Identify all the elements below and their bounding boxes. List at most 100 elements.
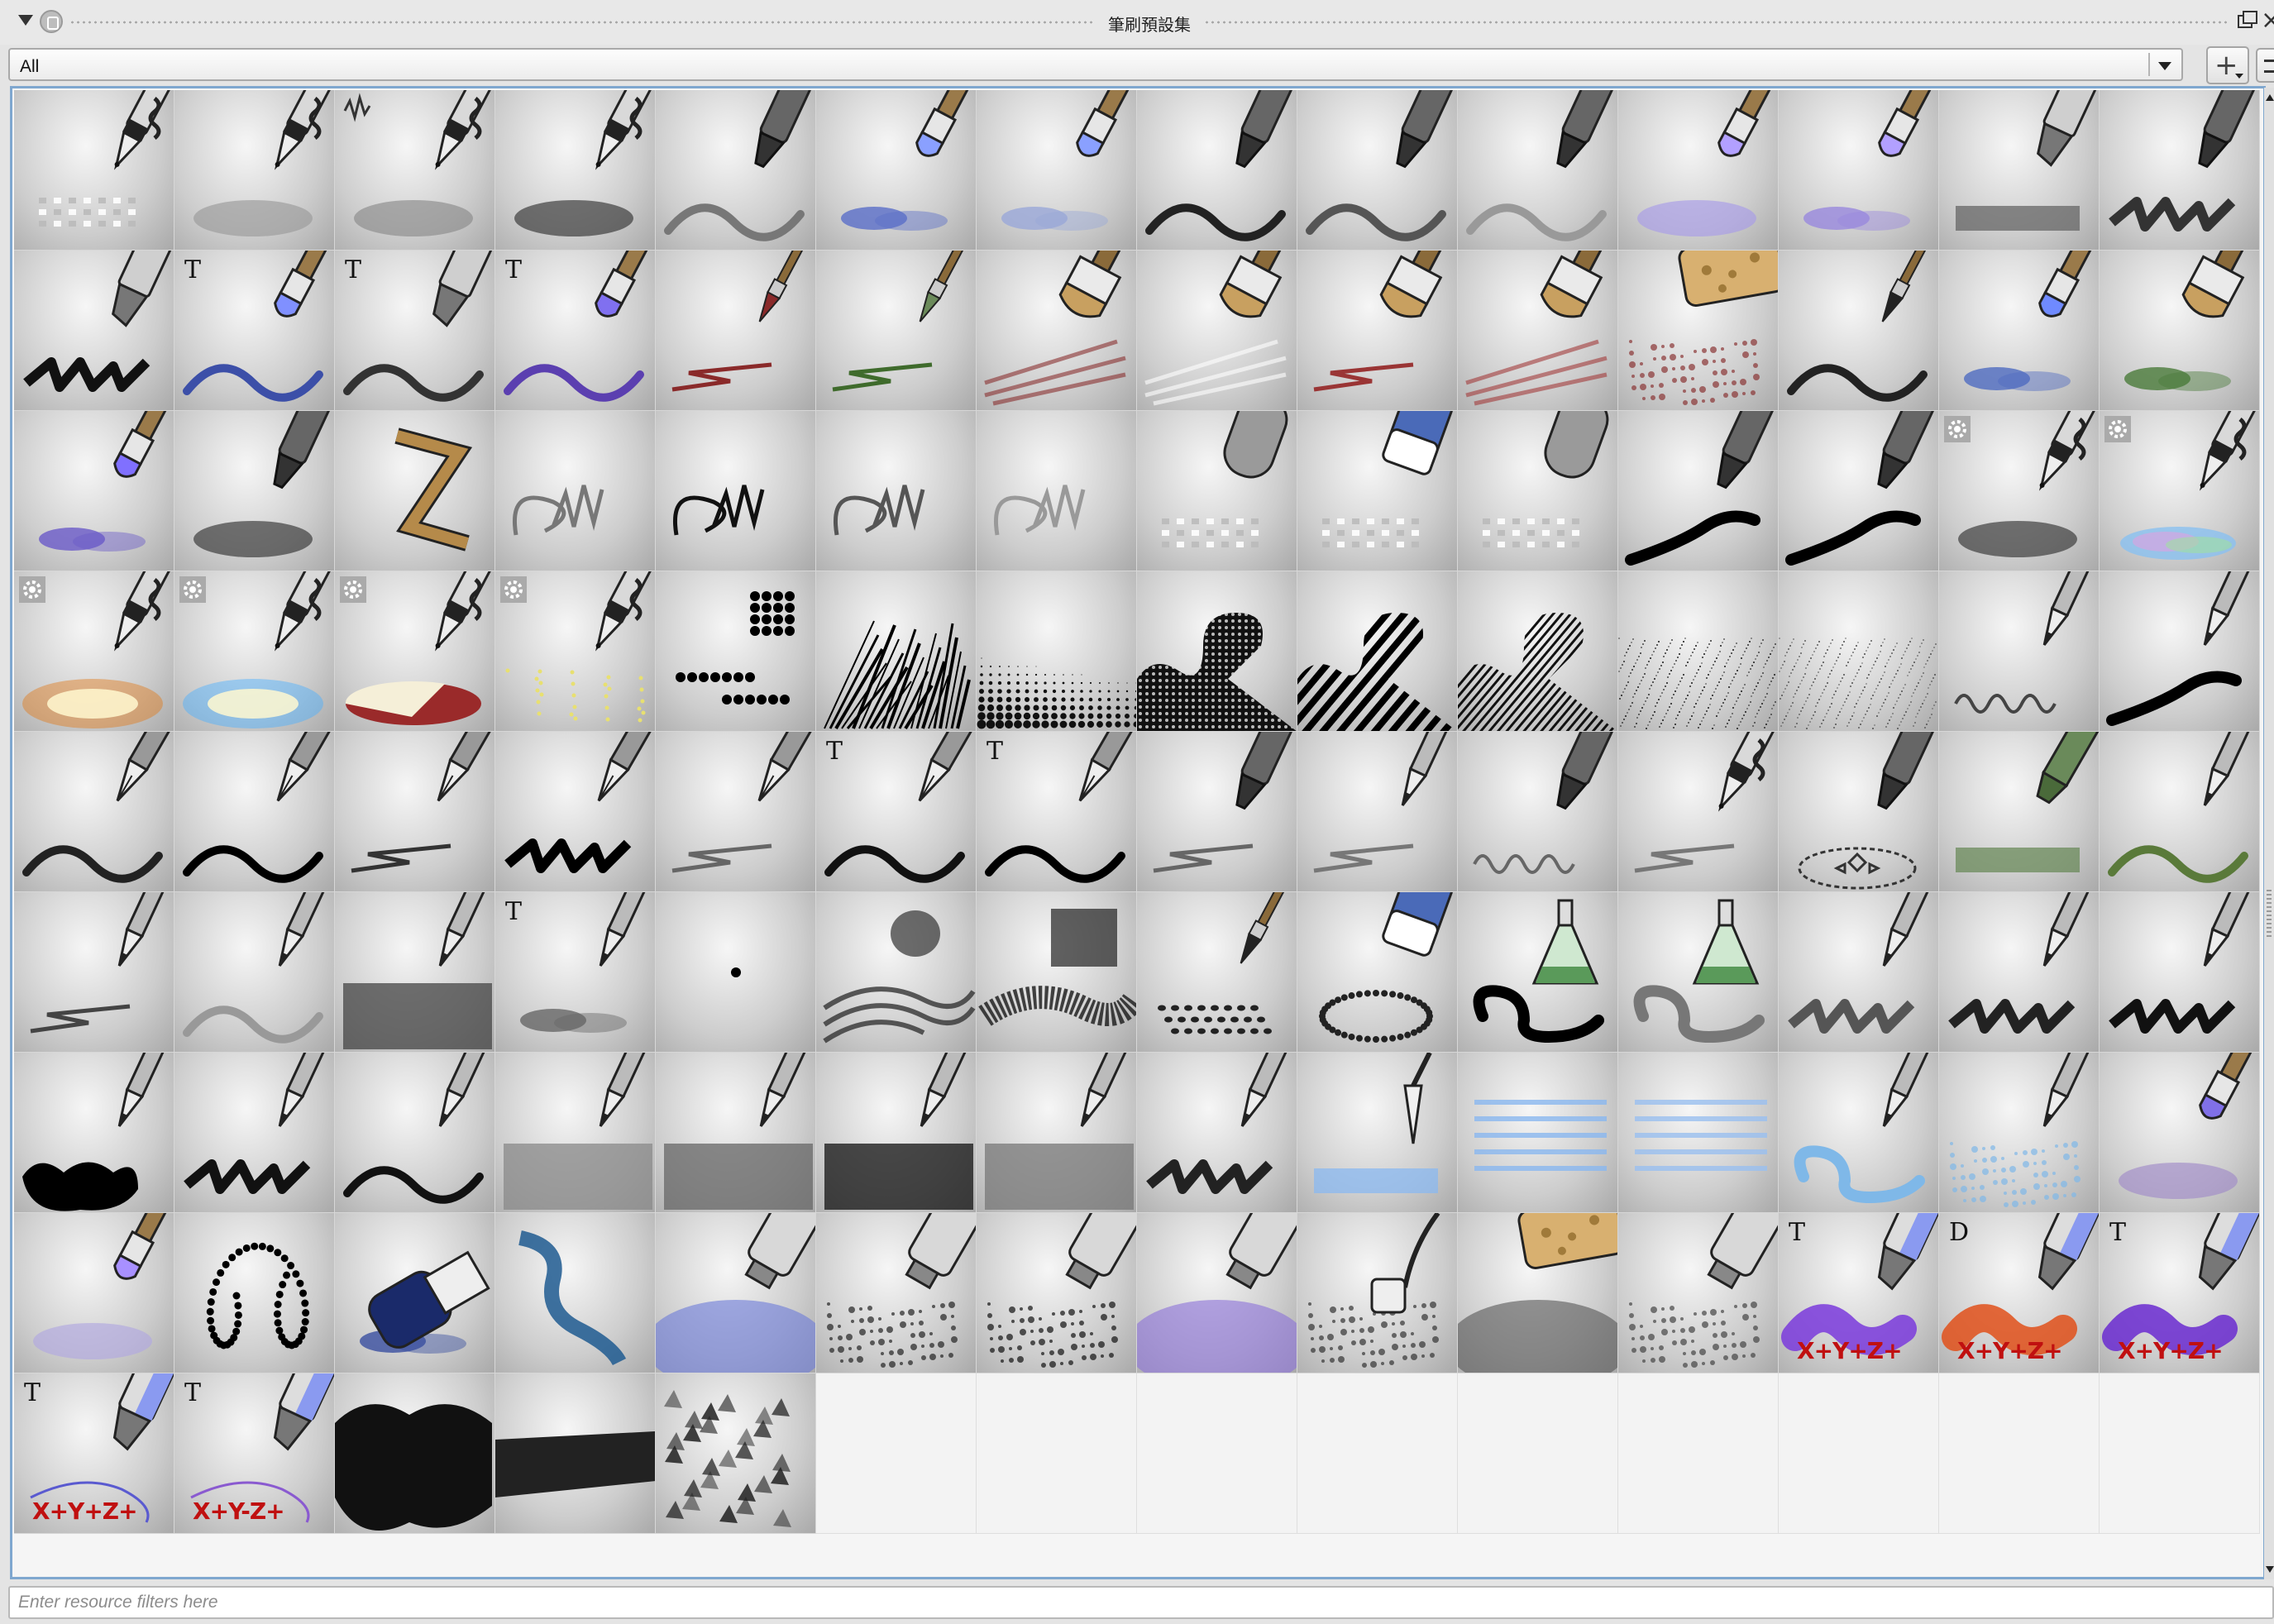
- preset-halftone-dots-icon[interactable]: [977, 571, 1137, 732]
- preset-brush-green-dry-icon[interactable]: [2100, 251, 2260, 411]
- preset-marker-black-curl-icon[interactable]: [1779, 411, 1939, 571]
- preset-marker-gray-blend-icon[interactable]: [1297, 90, 1458, 251]
- preset-pencil-blue-swirl-icon[interactable]: [1779, 1053, 1939, 1213]
- preset-ruler-zigzag-icon[interactable]: [335, 411, 495, 571]
- collapse-arrow-icon[interactable]: [18, 15, 33, 26]
- preset-nib-scribble-icon[interactable]: [495, 732, 656, 892]
- preset-texture-blot-icon[interactable]: [335, 1373, 495, 1534]
- preset-marker-light-blend-icon[interactable]: [1458, 90, 1618, 251]
- preset-ink-bottle-blue-icon[interactable]: [335, 1213, 495, 1373]
- preset-brush-lavender-icon[interactable]: [1618, 90, 1779, 251]
- preset-marker-gray-squiggle-icon[interactable]: [1458, 732, 1618, 892]
- preset-hatch-soft-icon[interactable]: [816, 892, 977, 1053]
- preset-paintbrush-green-icon[interactable]: [816, 251, 977, 411]
- preset-nib-thin-line-icon[interactable]: [14, 732, 174, 892]
- preset-nib-taper-icon[interactable]: T: [816, 732, 977, 892]
- preset-brush-purple-taper-icon[interactable]: T: [495, 251, 656, 411]
- preset-pencil-swoosh-icon[interactable]: [2100, 571, 2260, 732]
- title-grip-right[interactable]: [1204, 20, 2229, 25]
- preset-ink-smoke-blue-icon[interactable]: [495, 1213, 656, 1373]
- preset-brush-blue-dry-icon[interactable]: [1939, 251, 2100, 411]
- preset-spray-light-speckle-icon[interactable]: [1618, 1213, 1779, 1373]
- preset-eraser-block-checker-icon[interactable]: [1297, 411, 1458, 571]
- preset-pen-airbrush-soft-icon[interactable]: [174, 90, 335, 251]
- preset-bristle-red-small-icon[interactable]: [1297, 251, 1458, 411]
- preset-bristle-white-icon[interactable]: [1137, 251, 1297, 411]
- preset-lines-blue-short-icon[interactable]: [1618, 1053, 1779, 1213]
- title-grip-left[interactable]: [69, 20, 1095, 25]
- preset-brush-lavender-soft-icon[interactable]: [14, 1213, 174, 1373]
- preset-paintbrush-red-thin-icon[interactable]: [656, 251, 816, 411]
- preset-pencil-smudge-icon[interactable]: [1779, 892, 1939, 1053]
- preset-marker-black-thick-icon[interactable]: [1618, 411, 1779, 571]
- preset-pattern-dots-s-icon[interactable]: [1137, 571, 1297, 732]
- preset-nib-gray-line-icon[interactable]: [335, 732, 495, 892]
- preset-pencil-ink-thin-icon[interactable]: [335, 1053, 495, 1213]
- preset-charcoal-stick-icon[interactable]: [174, 411, 335, 571]
- preset-fountain-dots-icon[interactable]: [1137, 892, 1297, 1053]
- preset-pencil-graphite-dark-icon[interactable]: [816, 1053, 977, 1213]
- preset-marker-xyz-rainbow-icon[interactable]: D X+Y+Z+: [1939, 1213, 2100, 1373]
- preset-texture-noise-light-icon[interactable]: [1779, 571, 1939, 732]
- preset-sponge-gray-cloud-icon[interactable]: [1458, 1213, 1618, 1373]
- preset-brush-purple-soft-icon[interactable]: [2100, 1053, 2260, 1213]
- preset-pencil-graphite-blur-icon[interactable]: [977, 1053, 1137, 1213]
- preset-marker-gray-zig-icon[interactable]: [1137, 732, 1297, 892]
- scroll-down-arrow-icon[interactable]: [2266, 1566, 2274, 1573]
- tag-select[interactable]: All: [8, 48, 2183, 81]
- preset-crayon-green-icon[interactable]: [1939, 732, 2100, 892]
- preset-flask-gray-icon[interactable]: [1618, 892, 1779, 1053]
- preset-pencil-scratch-dark-icon[interactable]: [2100, 892, 2260, 1053]
- preset-nib-bold-taper-icon[interactable]: T: [977, 732, 1137, 892]
- preset-eraser-halftone-icon[interactable]: [1297, 892, 1458, 1053]
- preset-bristle-red-fan-icon[interactable]: [1458, 251, 1618, 411]
- preset-spray-blue-icon[interactable]: [656, 1213, 816, 1373]
- preset-pen-airbrush-noise-icon[interactable]: [335, 90, 495, 251]
- preset-hatch-cross-icon[interactable]: [977, 892, 1137, 1053]
- preset-texture-bristle-strip-icon[interactable]: [495, 1373, 656, 1534]
- preset-pencil-ink-blot-icon[interactable]: [14, 1053, 174, 1213]
- preset-pen-airbrush-dark-icon[interactable]: [495, 90, 656, 251]
- close-icon[interactable]: ×: [2261, 8, 2274, 33]
- preset-marker-gray-wave-icon[interactable]: [656, 90, 816, 251]
- preset-pencil-squiggle-icon[interactable]: [1939, 571, 2100, 732]
- preset-pen-checker-icon[interactable]: [14, 90, 174, 251]
- preset-nib-bold-line-icon[interactable]: [174, 732, 335, 892]
- preset-pencil-texture-fill-icon[interactable]: [335, 892, 495, 1053]
- preset-line-curl-black-icon[interactable]: [656, 411, 816, 571]
- preset-marker-xyz-line-icon[interactable]: T X+Y+Z+: [14, 1373, 174, 1534]
- preset-brush-purple-dry-icon[interactable]: [14, 411, 174, 571]
- preset-marker-xyz-violet-icon[interactable]: T X+Y+Z+: [2100, 1213, 2260, 1373]
- lock-icon[interactable]: [40, 10, 63, 33]
- preset-dot-single-icon[interactable]: [656, 892, 816, 1053]
- preset-foliage-icon[interactable]: [656, 1373, 816, 1534]
- chevron-down-icon[interactable]: [2158, 62, 2171, 70]
- preset-pencil-scratch-icon[interactable]: [1939, 892, 2100, 1053]
- preset-paintbrush-black-icon[interactable]: [1779, 251, 1939, 411]
- preset-lines-blue-icon[interactable]: [1458, 1053, 1618, 1213]
- preset-pattern-lines-s-icon[interactable]: [1458, 571, 1618, 732]
- preset-pencil-triangle-icon[interactable]: [1137, 1053, 1297, 1213]
- preset-marker-xyz-purple-icon[interactable]: T X+Y+Z+: [1779, 1213, 1939, 1373]
- view-options-button[interactable]: [2256, 48, 2274, 83]
- scrollbar-thumb[interactable]: [2267, 890, 2272, 939]
- preset-dots-grid-icon[interactable]: [656, 571, 816, 732]
- preset-highlighter-black-scribble-icon[interactable]: [14, 251, 174, 411]
- preset-texture-noise-dark-icon[interactable]: [1618, 571, 1779, 732]
- float-docker-icon[interactable]: [2238, 11, 2257, 28]
- preset-brush-blue-taper-icon[interactable]: T: [174, 251, 335, 411]
- preset-eraser-gray-checker-icon[interactable]: [1458, 411, 1618, 571]
- add-tag-button[interactable]: +: [2206, 46, 2249, 84]
- preset-pencil-gray-zig-icon[interactable]: [1297, 732, 1458, 892]
- preset-highlighter-gray-taper-icon[interactable]: T: [335, 251, 495, 411]
- preset-flask-black-icon[interactable]: [1458, 892, 1618, 1053]
- preset-knife-blue-icon[interactable]: [1297, 1053, 1458, 1213]
- preset-line-curl-light-icon[interactable]: [977, 411, 1137, 571]
- preset-pencil-graphite-mid-icon[interactable]: [656, 1053, 816, 1213]
- preset-brush-blue-wet-icon[interactable]: [816, 90, 977, 251]
- preset-pencil-blue-splatter-icon[interactable]: [1939, 1053, 2100, 1213]
- preset-spray-dark-speckle-icon[interactable]: [977, 1213, 1137, 1373]
- preset-dotted-loop-icon[interactable]: [174, 1213, 335, 1373]
- preset-eraser-soft-checker-icon[interactable]: [1137, 411, 1297, 571]
- preset-pen-gear-sparkle-icon[interactable]: [495, 571, 656, 732]
